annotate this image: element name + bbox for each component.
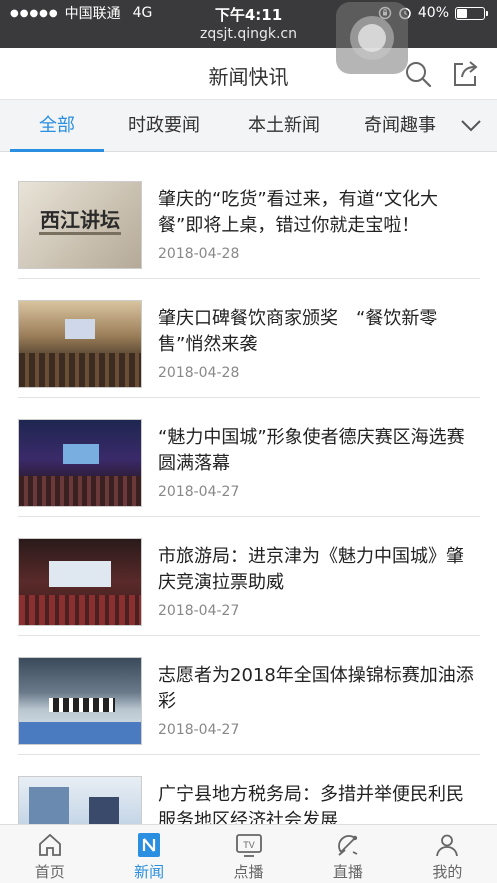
news-date: 2018-04-27	[158, 484, 240, 500]
nav-live-label: 直播	[332, 863, 363, 881]
news-date: 2018-04-27	[158, 603, 240, 619]
news-item[interactable]: 西江讲坛 肇庆的“吃货”看过来，有道“文化大餐”即将上桌，错过你就走宝啦！ 20…	[18, 160, 480, 279]
assistive-touch-button[interactable]	[336, 2, 408, 74]
user-icon	[436, 834, 459, 857]
news-item[interactable]: “魅力中国城”形象使者德庆赛区海选赛圆满落幕 2018-04-27	[18, 398, 480, 517]
news-title[interactable]: 肇庆的“吃货”看过来，有道“文化大餐”即将上桌，错过你就走宝啦！	[158, 187, 480, 239]
news-date: 2018-04-27	[158, 722, 240, 738]
news-thumbnail	[18, 538, 142, 626]
nav-news[interactable]: 新闻	[99, 825, 198, 883]
tab-oddities[interactable]: 奇闻趣事	[344, 100, 456, 152]
nav-live[interactable]: 直播	[298, 825, 397, 883]
nav-vod[interactable]: TV 点播	[199, 825, 298, 883]
clock: 下午4:11	[214, 6, 283, 24]
tab-local[interactable]: 本土新闻	[224, 100, 344, 152]
svg-text:TV: TV	[243, 840, 255, 850]
news-date: 2018-04-28	[158, 365, 240, 381]
news-item[interactable]: 志愿者为2018年全国体操锦标赛加油添彩 2018-04-27	[18, 636, 480, 755]
status-bar: ●●●●● 中国联通 4G 40% 下午4:11 zqsjt.qingk.cn	[0, 0, 497, 48]
nav-home[interactable]: 首页	[0, 825, 99, 883]
category-tabs: 全部 时政要闻 本土新闻 奇闻趣事	[0, 100, 497, 152]
news-title[interactable]: 肇庆口碑餐饮商家颁奖 “餐饮新零售”悄然来袭	[158, 306, 480, 358]
satellite-icon	[338, 835, 358, 856]
nav-me[interactable]: 我的	[398, 825, 497, 883]
news-title[interactable]: 市旅游局：进京津为《魅力中国城》肇庆竞演拉票助威	[158, 544, 480, 596]
news-title[interactable]: “魅力中国城”形象使者德庆赛区海选赛圆满落幕	[158, 425, 480, 477]
chevron-down-icon[interactable]	[459, 116, 483, 136]
home-icon	[38, 833, 61, 856]
nav-home-label: 首页	[34, 863, 65, 881]
news-thumbnail	[18, 657, 142, 745]
news-thumbnail: 西江讲坛	[18, 181, 142, 269]
news-date: 2018-04-28	[158, 246, 240, 262]
news-title[interactable]: 志愿者为2018年全国体操锦标赛加油添彩	[158, 663, 480, 715]
news-thumbnail	[18, 300, 142, 388]
nav-news-label: 新闻	[134, 863, 165, 881]
news-thumbnail	[18, 419, 142, 507]
news-icon	[138, 833, 161, 857]
tv-icon: TV	[235, 834, 262, 857]
tab-politics[interactable]: 时政要闻	[104, 100, 224, 152]
tab-all[interactable]: 全部	[10, 100, 104, 152]
bottom-tab-bar: 首页 新闻 TV 点播 直播 我的	[0, 824, 497, 883]
page-url: zqsjt.qingk.cn	[199, 26, 298, 42]
news-item[interactable]: 市旅游局：进京津为《魅力中国城》肇庆竞演拉票助威 2018-04-27	[18, 517, 480, 636]
share-icon[interactable]	[449, 58, 481, 90]
nav-vod-label: 点播	[233, 863, 264, 881]
thumbnail-caption: 西江讲坛	[40, 208, 120, 232]
news-item[interactable]: 肇庆口碑餐饮商家颁奖 “餐饮新零售”悄然来袭 2018-04-28	[18, 279, 480, 398]
nav-me-label: 我的	[432, 863, 463, 881]
app-header: 新闻快讯	[0, 48, 497, 100]
